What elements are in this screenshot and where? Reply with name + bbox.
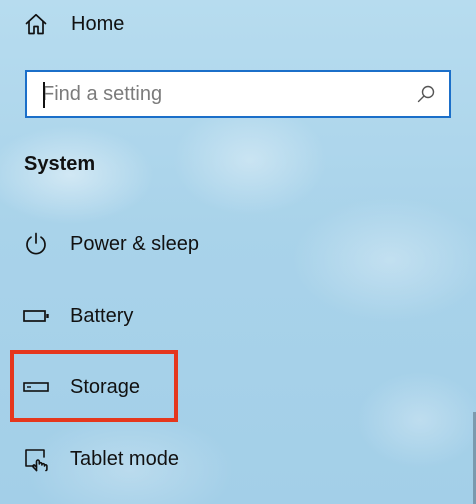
power-icon	[20, 228, 52, 260]
text-caret	[43, 82, 45, 108]
home-icon	[24, 12, 48, 36]
storage-drive-icon	[20, 371, 52, 403]
nav-item-label: Storage	[70, 375, 141, 398]
nav-home[interactable]: Home	[24, 8, 124, 40]
search-input[interactable]	[27, 72, 415, 116]
nav-item-label: Power & sleep	[70, 232, 199, 255]
search-icon[interactable]	[415, 83, 437, 105]
home-label: Home	[71, 12, 125, 35]
section-title: System	[24, 153, 96, 175]
nav-item-power-sleep[interactable]: Power & sleep	[20, 226, 199, 262]
tablet-mode-icon	[20, 443, 52, 475]
nav-item-storage[interactable]: Storage	[20, 369, 140, 405]
nav-item-label: Tablet mode	[70, 447, 179, 470]
battery-icon	[20, 300, 52, 332]
nav-item-battery[interactable]: Battery	[20, 298, 133, 334]
search-box[interactable]	[25, 70, 451, 118]
nav-item-tablet-mode[interactable]: Tablet mode	[20, 441, 179, 477]
nav-item-label: Battery	[70, 304, 134, 327]
